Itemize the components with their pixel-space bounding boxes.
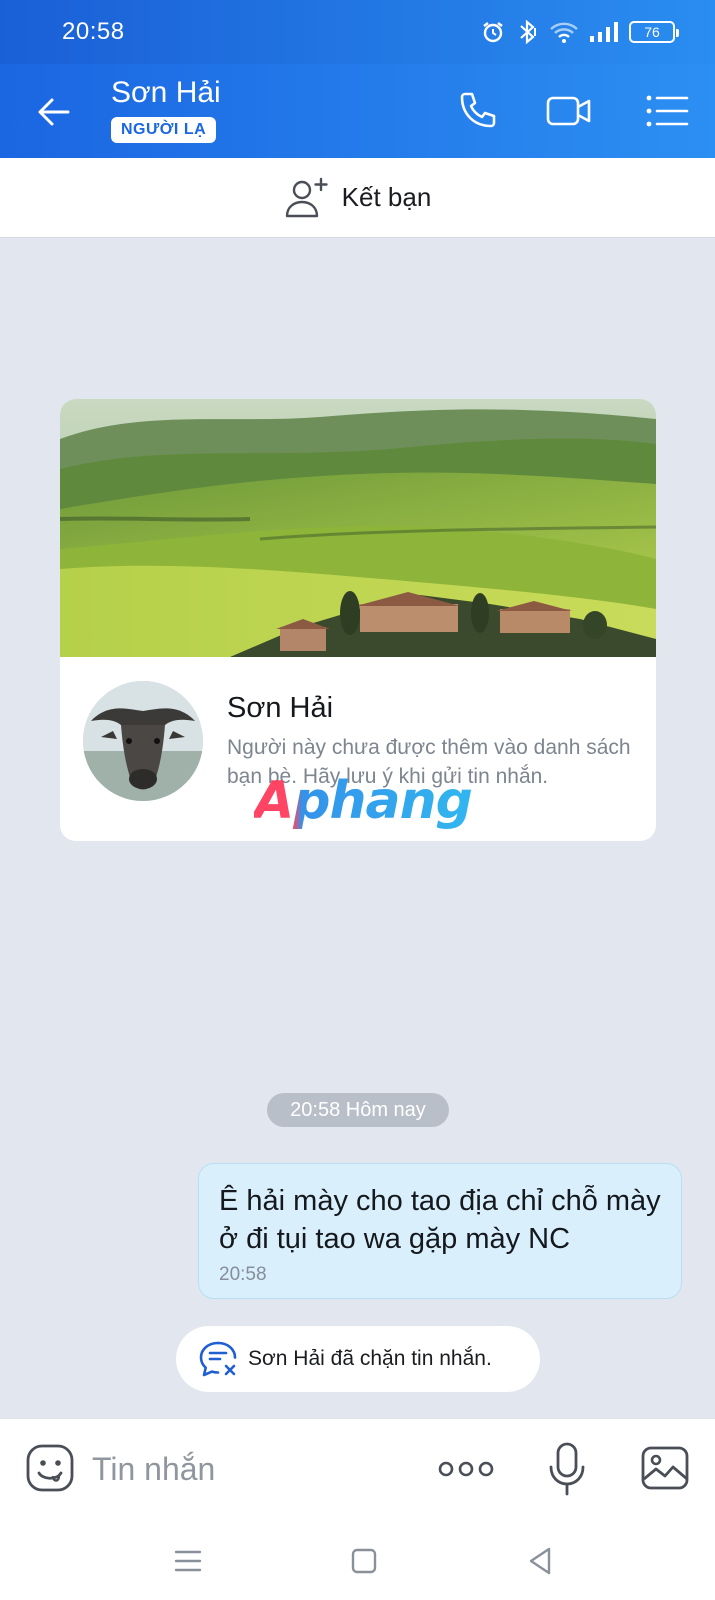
status-icons: 76	[481, 18, 679, 46]
message-input[interactable]	[92, 1443, 392, 1495]
wifi-icon	[550, 22, 578, 43]
outgoing-message[interactable]: Ê hải mày cho tao địa chỉ chỗ mày ở đi t…	[198, 1163, 682, 1299]
image-icon[interactable]	[640, 1445, 690, 1491]
blocked-notice: Sơn Hải đã chặn tin nhắn.	[176, 1326, 540, 1392]
video-call-icon[interactable]	[546, 88, 592, 134]
alarm-icon	[483, 22, 503, 43]
message-time: 20:58	[219, 1264, 267, 1285]
blocked-message: đã chặn tin nhắn.	[324, 1347, 492, 1370]
more-icon[interactable]	[438, 1459, 494, 1479]
back-arrow-icon[interactable]	[34, 92, 74, 132]
add-user-icon	[285, 177, 328, 217]
stranger-badge: NGƯỜI LẠ	[111, 117, 217, 143]
date-separator: 20:58 Hôm nay	[267, 1093, 449, 1127]
add-friend-label: Kết bạn	[341, 182, 432, 212]
stranger-profile-card[interactable]: Sơn Hải Người này chưa được thêm vào dan…	[60, 399, 656, 841]
bluetooth-icon	[520, 19, 536, 45]
blocked-chat-icon	[199, 1341, 237, 1377]
status-bar: 20:58 76	[0, 0, 715, 64]
card-contact-name: Sơn Hải	[227, 692, 334, 724]
buffalo-avatar-image	[83, 681, 203, 801]
chat-header: Sơn Hải NGƯỜI LẠ	[0, 64, 715, 158]
avatar[interactable]	[83, 681, 203, 801]
blocked-contact-name: Sơn Hải	[248, 1347, 325, 1370]
battery-level: 76	[644, 24, 660, 40]
battery-icon: 76	[629, 21, 679, 43]
message-text: Ê hải mày cho tao địa chỉ chỗ mày ở đi t…	[219, 1185, 661, 1255]
recent-apps-icon[interactable]	[171, 1544, 205, 1578]
back-icon[interactable]	[523, 1544, 557, 1578]
cover-photo	[60, 399, 656, 657]
add-friend-button[interactable]: Kết bạn	[0, 158, 715, 238]
emoji-icon[interactable]	[25, 1443, 75, 1493]
phone-icon[interactable]	[454, 88, 500, 134]
blocked-text: Sơn Hải đã chặn tin nhắn.	[248, 1347, 492, 1371]
message-composer	[0, 1418, 715, 1518]
home-icon[interactable]	[347, 1544, 381, 1578]
status-time: 20:58	[62, 18, 125, 45]
signal-icon	[590, 22, 618, 42]
watermark-logo: Aphang	[254, 771, 473, 831]
contact-name[interactable]: Sơn Hải	[111, 76, 221, 110]
microphone-icon[interactable]	[547, 1441, 587, 1497]
menu-list-icon[interactable]	[644, 88, 690, 134]
system-navigation-bar	[0, 1518, 715, 1600]
